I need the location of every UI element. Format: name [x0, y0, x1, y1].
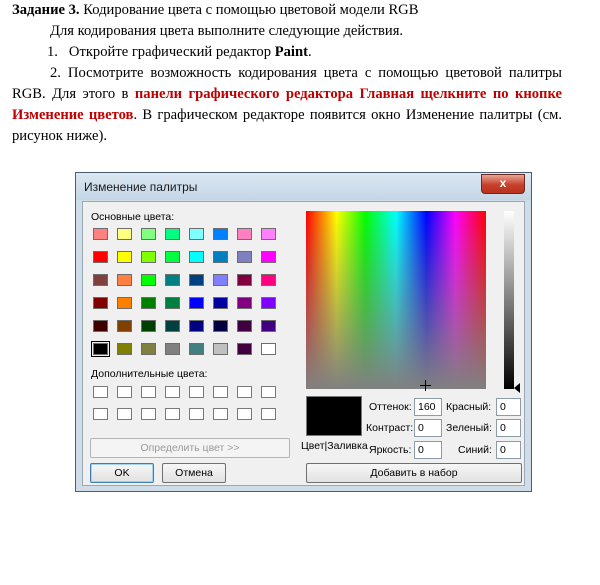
basic-color-swatch[interactable] — [213, 297, 228, 309]
green-label: Зеленый: — [446, 422, 492, 434]
lum-label: Яркость: — [369, 444, 412, 456]
step-1: 1. Откройте графический редактор Paint. — [47, 44, 312, 60]
step-2: 2. Посмотрите возможность кодирования цв… — [12, 65, 562, 144]
basic-color-swatch[interactable] — [189, 274, 204, 286]
basic-color-swatch[interactable] — [237, 297, 252, 309]
basic-color-swatch[interactable] — [141, 320, 156, 332]
basic-color-swatch[interactable] — [261, 297, 276, 309]
dialog-titlebar: Изменение палитры x — [76, 173, 531, 200]
luminosity-arrow-icon[interactable] — [514, 383, 520, 393]
sat-input[interactable]: 0 — [414, 419, 442, 437]
basic-color-swatch[interactable] — [261, 251, 276, 263]
basic-color-swatch[interactable] — [141, 343, 156, 355]
basic-color-swatch[interactable] — [237, 251, 252, 263]
hue-input[interactable]: 160 — [414, 398, 442, 416]
red-input[interactable]: 0 — [496, 398, 521, 416]
lum-input[interactable]: 0 — [414, 441, 442, 459]
basic-color-swatch[interactable] — [165, 274, 180, 286]
basic-color-swatch[interactable] — [117, 320, 132, 332]
custom-color-swatch[interactable] — [237, 386, 252, 398]
luminosity-slider[interactable] — [504, 211, 514, 389]
basic-color-swatch[interactable] — [93, 274, 108, 286]
document-text: Задание 3. Кодирование цвета с помощью ц… — [12, 0, 562, 147]
basic-color-swatch[interactable] — [93, 251, 108, 263]
basic-color-swatch[interactable] — [189, 343, 204, 355]
custom-color-swatch[interactable] — [261, 386, 276, 398]
custom-color-swatch[interactable] — [165, 386, 180, 398]
basic-color-swatch[interactable] — [165, 297, 180, 309]
basic-color-swatch[interactable] — [91, 341, 110, 357]
custom-color-swatch[interactable] — [213, 408, 228, 420]
basic-color-swatch[interactable] — [165, 343, 180, 355]
custom-color-swatch[interactable] — [117, 386, 132, 398]
hue-label: Оттенок: — [369, 401, 412, 413]
basic-color-swatch[interactable] — [117, 297, 132, 309]
basic-color-swatch[interactable] — [165, 228, 180, 240]
task-heading: Задание 3. Кодирование цвета с помощью ц… — [12, 2, 419, 18]
basic-color-swatch[interactable] — [141, 274, 156, 286]
basic-color-swatch[interactable] — [141, 251, 156, 263]
sat-label: Контраст: — [366, 422, 414, 434]
basic-color-swatch[interactable] — [93, 297, 108, 309]
custom-color-swatch[interactable] — [93, 408, 108, 420]
basic-color-swatch[interactable] — [213, 228, 228, 240]
basic-color-swatch[interactable] — [213, 320, 228, 332]
red-label: Красный: — [446, 401, 492, 413]
basic-color-swatch[interactable] — [165, 320, 180, 332]
custom-color-swatch[interactable] — [165, 408, 180, 420]
custom-color-swatch[interactable] — [141, 386, 156, 398]
dialog-client-area: Основные цвета: Дополнительные цвета: Оп… — [82, 201, 525, 486]
basic-color-swatch[interactable] — [261, 274, 276, 286]
basic-color-swatch[interactable] — [213, 251, 228, 263]
basic-color-swatch[interactable] — [117, 343, 132, 355]
basic-color-swatch[interactable] — [189, 251, 204, 263]
blue-label: Синий: — [458, 444, 492, 456]
basic-color-swatch[interactable] — [213, 274, 228, 286]
basic-colors-label: Основные цвета: — [91, 211, 175, 223]
basic-color-swatch[interactable] — [141, 297, 156, 309]
basic-color-swatch[interactable] — [189, 297, 204, 309]
custom-color-swatch[interactable] — [189, 408, 204, 420]
basic-color-swatch[interactable] — [93, 320, 108, 332]
basic-color-swatch[interactable] — [213, 343, 228, 355]
basic-color-swatch[interactable] — [261, 320, 276, 332]
basic-color-swatch[interactable] — [237, 320, 252, 332]
custom-color-swatch[interactable] — [261, 408, 276, 420]
basic-color-swatch[interactable] — [93, 228, 108, 240]
add-to-custom-colors-button[interactable]: Добавить в набор — [306, 463, 522, 483]
dialog-title: Изменение палитры — [84, 180, 198, 194]
blue-input[interactable]: 0 — [496, 441, 521, 459]
color-solid-label: Цвет|Заливка — [301, 440, 368, 452]
basic-color-swatch[interactable] — [117, 228, 132, 240]
basic-color-swatch[interactable] — [117, 251, 132, 263]
custom-color-swatch[interactable] — [141, 408, 156, 420]
basic-color-swatch[interactable] — [189, 320, 204, 332]
custom-color-swatch[interactable] — [93, 386, 108, 398]
define-custom-colors-button[interactable]: Определить цвет >> — [90, 438, 290, 458]
ok-button[interactable]: OK — [90, 463, 154, 483]
basic-color-swatch[interactable] — [165, 251, 180, 263]
basic-color-swatch[interactable] — [189, 228, 204, 240]
custom-colors-label: Дополнительные цвета: — [91, 368, 208, 380]
edit-colors-dialog: Изменение палитры x Основные цвета: Допо… — [75, 172, 532, 492]
green-input[interactable]: 0 — [496, 419, 521, 437]
basic-color-swatch[interactable] — [261, 228, 276, 240]
custom-color-swatch[interactable] — [213, 386, 228, 398]
cancel-button[interactable]: Отмена — [162, 463, 226, 483]
basic-color-swatch[interactable] — [237, 228, 252, 240]
custom-color-swatch[interactable] — [237, 408, 252, 420]
crosshair-icon[interactable] — [420, 380, 431, 391]
basic-color-swatch[interactable] — [117, 274, 132, 286]
basic-color-swatch[interactable] — [261, 343, 276, 355]
custom-color-swatch[interactable] — [189, 386, 204, 398]
custom-color-swatch[interactable] — [117, 408, 132, 420]
color-spectrum[interactable] — [306, 211, 486, 389]
close-button[interactable]: x — [481, 174, 525, 194]
basic-color-swatch[interactable] — [141, 228, 156, 240]
basic-color-swatch[interactable] — [237, 274, 252, 286]
color-preview — [306, 396, 362, 436]
basic-color-swatch[interactable] — [237, 343, 252, 355]
intro-paragraph: Для кодирования цвета выполните следующи… — [50, 23, 404, 39]
